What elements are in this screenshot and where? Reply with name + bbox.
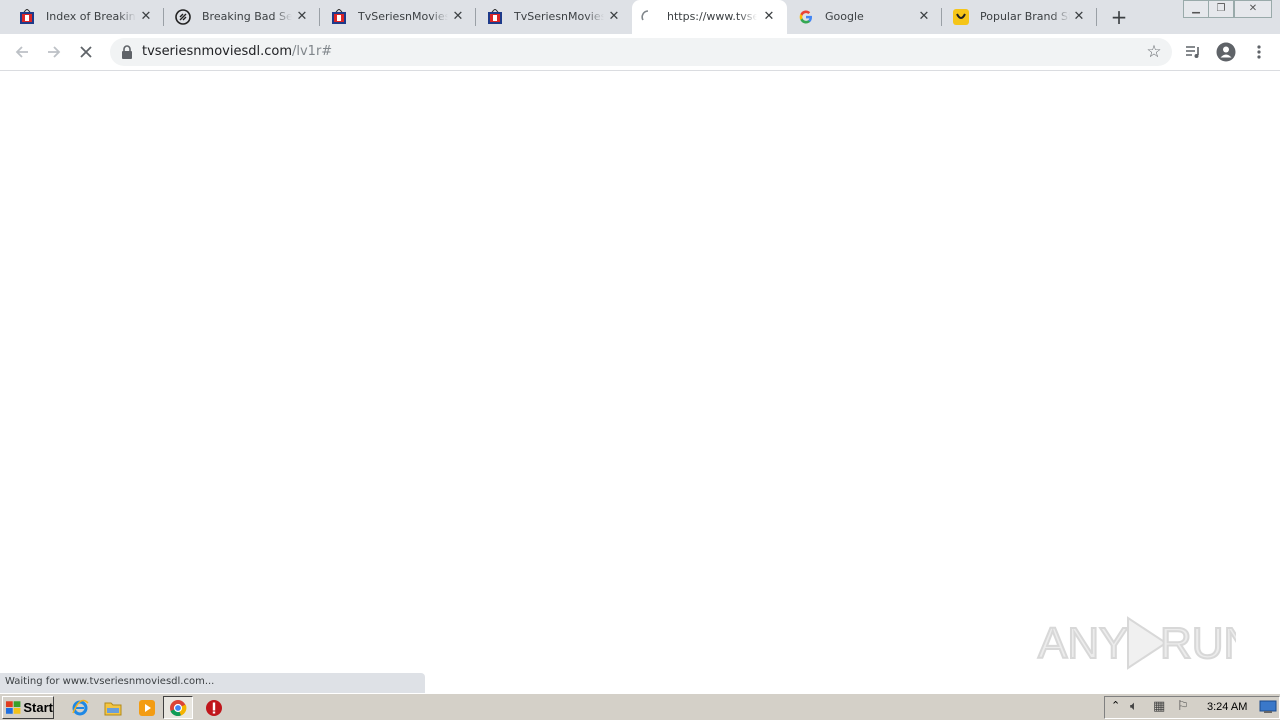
- chrome-icon: [170, 699, 187, 716]
- tab-breaking-bad-season[interactable]: Breaking Bad Season ✕: [167, 0, 320, 34]
- system-tray: ⌃ 🔈︎ ▦ ⚐: [1104, 696, 1280, 719]
- brand-favicon-icon: [953, 9, 969, 25]
- profile-button[interactable]: [1214, 40, 1238, 64]
- tab-separator: [941, 8, 942, 26]
- minimize-button[interactable]: ▁: [1183, 0, 1209, 18]
- action-center-flag-icon[interactable]: ⚐: [1177, 699, 1189, 714]
- file-explorer-launcher[interactable]: [103, 698, 123, 718]
- page-content: [0, 72, 1280, 692]
- tab-google[interactable]: Google ✕: [790, 0, 942, 34]
- bookmark-star-icon[interactable]: ☆: [1144, 42, 1164, 62]
- tab-title: TvSeriesnMoviesDL: [514, 10, 604, 23]
- tab-tvseriesnmoviesdl-1[interactable]: TvSeriesnMoviesDL ✕: [323, 0, 476, 34]
- address-bar[interactable]: tvseriesnmoviesdl.com/lv1r# ☆: [110, 38, 1172, 66]
- tab-separator: [1096, 8, 1097, 26]
- back-button[interactable]: [10, 40, 34, 64]
- browser-toolbar: tvseriesnmoviesdl.com/lv1r# ☆: [0, 34, 1280, 71]
- start-button[interactable]: Start: [2, 696, 54, 719]
- folder-icon: [104, 702, 122, 716]
- stop-sign-icon: [206, 700, 222, 716]
- svg-text:RUN: RUN: [1160, 619, 1236, 668]
- tab-title: Google: [825, 10, 864, 23]
- google-favicon-icon: [799, 10, 812, 24]
- menu-button[interactable]: [1247, 40, 1271, 64]
- arrow-left-icon: [15, 46, 28, 58]
- windows-taskbar: Start ⌃ 🔈︎ ▦ ⚐ 3:24 AM: [0, 693, 1280, 720]
- url-text: tvseriesnmoviesdl.com/lv1r#: [142, 44, 332, 59]
- close-icon: [80, 46, 92, 58]
- tab-title: Breaking Bad Season: [202, 10, 292, 23]
- restore-button[interactable]: ❐: [1208, 0, 1234, 18]
- stop-loading-button[interactable]: [74, 40, 98, 64]
- close-tab-icon[interactable]: ✕: [450, 9, 466, 25]
- security-app-launcher[interactable]: [204, 698, 224, 718]
- volume-icon[interactable]: 🔈︎: [1130, 699, 1138, 714]
- close-tab-icon[interactable]: ✕: [761, 9, 777, 25]
- anyrun-watermark-logo: ANY RUN: [1037, 616, 1236, 670]
- tab-title: https://www.tvseriesnmoviesdl.com: [667, 10, 757, 23]
- tab-tvseriesnmoviesdl-2[interactable]: TvSeriesnMoviesDL ✕: [479, 0, 632, 34]
- tv-favicon-icon: [488, 9, 502, 24]
- account-circle-icon: [1216, 42, 1236, 62]
- tab-separator: [475, 8, 476, 26]
- media-player-launcher[interactable]: [137, 698, 157, 718]
- close-tab-icon[interactable]: ✕: [1071, 9, 1087, 25]
- close-window-button[interactable]: ✕: [1234, 0, 1272, 18]
- tab-strip: Index of Breaking Bad ✕ Breaking Bad Sea…: [0, 0, 1280, 34]
- close-tab-icon[interactable]: ✕: [294, 9, 310, 25]
- forward-button[interactable]: [42, 40, 66, 64]
- close-tab-icon[interactable]: ✕: [916, 9, 932, 25]
- ie-icon: [72, 699, 89, 716]
- tab-separator: [319, 8, 320, 26]
- tab-title: TvSeriesnMoviesDL: [358, 10, 448, 23]
- new-tab-button[interactable]: +: [1108, 6, 1130, 28]
- media-control-button[interactable]: [1181, 40, 1205, 64]
- tv-favicon-icon: [332, 9, 346, 24]
- tab-separator: [163, 8, 164, 26]
- lock-icon: [122, 45, 132, 59]
- start-label: Start: [23, 700, 53, 715]
- network-icon[interactable]: ▦: [1153, 699, 1165, 714]
- more-vert-icon: [1257, 45, 1261, 59]
- url-path: /lv1r#: [291, 44, 333, 59]
- url-host: tvseriesnmoviesdl.com: [142, 44, 292, 59]
- tv-favicon-icon: [20, 9, 34, 24]
- windows-logo-icon: [6, 700, 21, 714]
- tab-index-of-breaking-bad[interactable]: Index of Breaking Bad ✕: [11, 0, 164, 34]
- tab-title: Popular Brand Store: [980, 10, 1070, 23]
- media-player-icon: [139, 700, 155, 716]
- show-desktop-icon[interactable]: [1259, 700, 1277, 714]
- chrome-taskbar-button[interactable]: [163, 696, 193, 719]
- svg-text:ANY: ANY: [1038, 619, 1128, 668]
- shield-favicon-icon: [175, 9, 191, 25]
- arrow-right-icon: [48, 46, 61, 58]
- internet-explorer-launcher[interactable]: [70, 698, 90, 718]
- show-hidden-icons-icon[interactable]: ⌃: [1111, 699, 1120, 712]
- tab-popular-brand-store[interactable]: Popular Brand Store ✕: [945, 0, 1097, 34]
- tab-title: Index of Breaking Bad: [46, 10, 136, 23]
- taskbar-clock[interactable]: 3:24 AM: [1207, 701, 1247, 713]
- status-bubble: Waiting for www.tvseriesnmoviesdl.com...: [0, 673, 425, 693]
- close-tab-icon[interactable]: ✕: [138, 9, 154, 25]
- close-tab-icon[interactable]: ✕: [606, 9, 622, 25]
- loading-spinner-icon: [641, 10, 649, 21]
- tab-active-loading[interactable]: https://www.tvseriesnmoviesdl.com ✕: [632, 0, 787, 34]
- playlist-icon: [1186, 46, 1199, 58]
